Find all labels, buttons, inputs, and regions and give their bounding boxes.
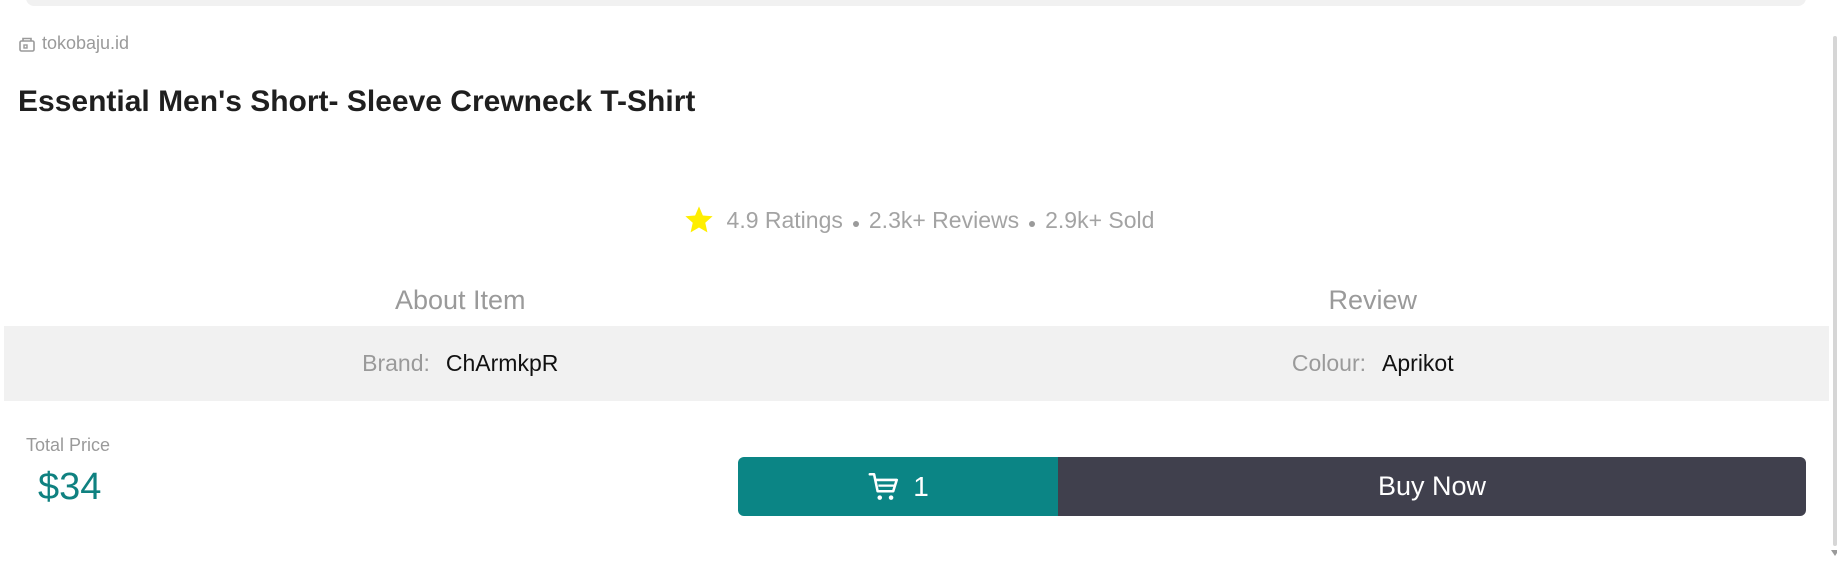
spec-label: Brand: <box>362 350 430 376</box>
spec-label: Colour: <box>1291 350 1367 376</box>
spec-value: Aprikot <box>1382 350 1454 376</box>
cart-count: 1 <box>913 470 929 502</box>
spec-brand: Brand: ChArmkpR <box>4 326 917 401</box>
add-to-cart-button[interactable]: 1 <box>738 457 1058 516</box>
total-price-value: $34 <box>38 466 102 508</box>
store-icon <box>18 35 36 53</box>
product-title: Essential Men's Short- Sleeve Crewneck T… <box>18 85 696 118</box>
tab-about-item[interactable]: About Item <box>4 276 917 324</box>
product-tabs: About Item Review <box>4 276 1829 324</box>
product-detail-page: tokobaju.id Essential Men's Short- Sleev… <box>0 0 1837 562</box>
separator-dot <box>1029 221 1036 227</box>
tab-review[interactable]: Review <box>917 276 1830 324</box>
scroll-down-arrow-icon[interactable] <box>1831 550 1837 556</box>
star-icon <box>683 204 715 236</box>
separator-dot <box>852 221 859 227</box>
cart-icon <box>867 470 901 504</box>
sold-count: 2.9k+ Sold <box>1045 206 1155 233</box>
vertical-scrollbar[interactable] <box>1831 36 1837 556</box>
reviews-count: 2.3k+ Reviews <box>868 206 1020 233</box>
store-info[interactable]: tokobaju.id <box>18 33 129 54</box>
rating-text: 4.9 Ratings <box>726 206 843 233</box>
top-container-edge <box>26 0 1806 6</box>
product-stats: 4.9 Ratings 2.3k+ Reviews 2.9k+ Sold <box>0 204 1837 236</box>
total-price-label: Total Price <box>26 435 111 455</box>
product-specs: Brand: ChArmkpR Colour: Aprikot <box>4 326 1829 401</box>
store-name[interactable]: tokobaju.id <box>42 33 129 54</box>
scrollbar-thumb[interactable] <box>1833 36 1837 546</box>
spec-value: ChArmkpR <box>445 350 559 376</box>
spec-colour: Colour: Aprikot <box>917 326 1830 401</box>
purchase-actions: 1 Buy Now <box>738 457 1806 516</box>
buy-now-button[interactable]: Buy Now <box>1058 457 1806 516</box>
